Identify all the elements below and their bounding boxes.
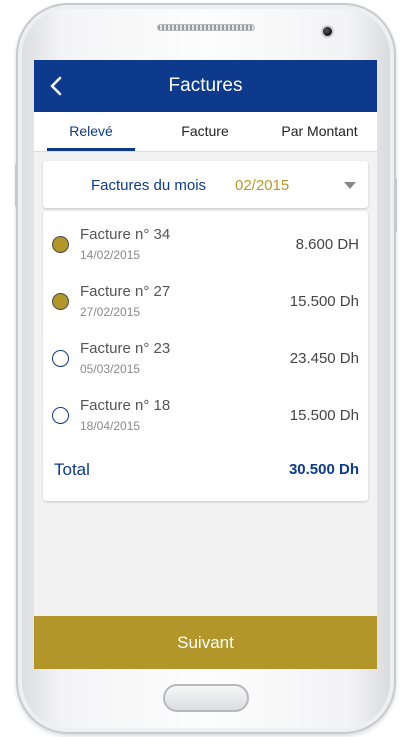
month-selector[interactable]: Factures du mois 02/2015 xyxy=(43,161,368,208)
invoice-title: Facture n° 23 xyxy=(80,340,171,357)
invoice-row[interactable]: Facture n° 23 05/03/2015 23.450 Dh xyxy=(43,329,368,386)
invoice-title: Facture n° 27 xyxy=(80,283,171,300)
radio-checked-icon[interactable] xyxy=(52,236,69,253)
radio-checked-icon[interactable] xyxy=(52,293,69,310)
tab-releve[interactable]: Relevé xyxy=(34,112,148,152)
invoice-title: Facture n° 34 xyxy=(80,226,171,243)
invoice-date: 05/03/2015 xyxy=(80,362,141,376)
invoice-date: 18/04/2015 xyxy=(80,419,141,433)
dropdown-caret-icon xyxy=(344,182,356,189)
invoice-amount: 15.500 Dh xyxy=(289,407,359,424)
app-header: Factures xyxy=(34,60,377,112)
app-screen: Factures Relevé Facture Par Montant Fact… xyxy=(34,60,377,669)
page-title: Factures xyxy=(168,75,243,96)
invoice-date: 27/02/2015 xyxy=(80,305,141,319)
next-button[interactable]: Suivant xyxy=(34,616,377,669)
total-amount: 30.500 Dh xyxy=(288,461,359,478)
month-selector-label: Factures du mois xyxy=(91,177,207,194)
volume-button xyxy=(15,163,18,207)
month-selector-value: 02/2015 xyxy=(235,177,290,194)
active-tab-indicator xyxy=(47,148,135,151)
invoice-amount: 8.600 DH xyxy=(295,236,359,253)
radio-unchecked-icon[interactable] xyxy=(52,350,69,367)
invoice-title: Facture n° 18 xyxy=(80,397,171,414)
power-button xyxy=(394,178,397,232)
tab-bar: Relevé Facture Par Montant xyxy=(34,112,377,152)
tab-facture[interactable]: Facture xyxy=(148,112,262,152)
invoice-row[interactable]: Facture n° 18 18/04/2015 15.500 Dh xyxy=(43,386,368,443)
home-button[interactable] xyxy=(163,684,249,712)
total-label: Total xyxy=(54,460,90,479)
speaker-grille xyxy=(157,24,255,31)
invoice-list: Facture n° 34 14/02/2015 8.600 DH Factur… xyxy=(43,211,368,501)
invoice-row[interactable]: Facture n° 34 14/02/2015 8.600 DH xyxy=(43,215,368,272)
invoice-amount: 15.500 Dh xyxy=(289,293,359,310)
invoice-row[interactable]: Facture n° 27 27/02/2015 15.500 Dh xyxy=(43,272,368,329)
radio-unchecked-icon[interactable] xyxy=(52,407,69,424)
front-camera xyxy=(321,25,334,38)
tab-par-montant[interactable]: Par Montant xyxy=(262,112,377,152)
invoice-amount: 23.450 Dh xyxy=(289,350,359,367)
invoice-date: 14/02/2015 xyxy=(80,248,141,262)
